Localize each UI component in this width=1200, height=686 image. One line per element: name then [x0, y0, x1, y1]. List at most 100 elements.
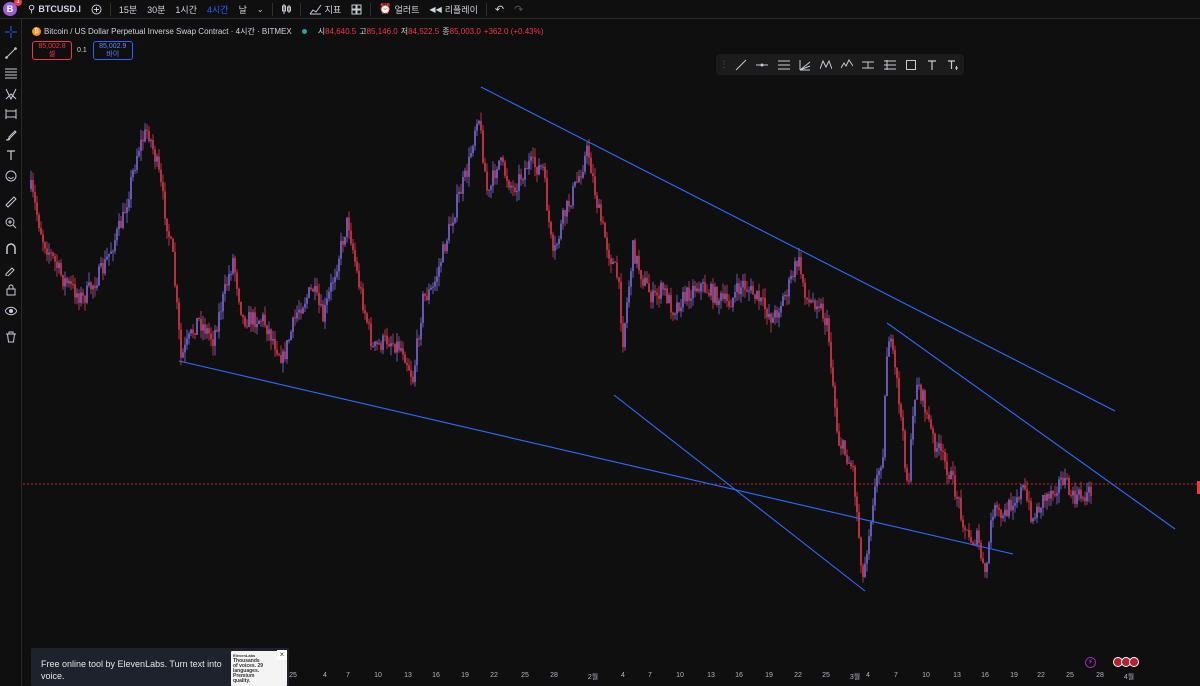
advertisement-banner[interactable]: Free online tool by ElevenLabs. Turn tex… — [31, 648, 289, 686]
candle-body — [234, 257, 236, 273]
pattern-tool[interactable] — [2, 85, 20, 103]
time-axis-label: 2월 — [587, 674, 599, 681]
delete-tool[interactable] — [2, 328, 20, 346]
visibility-tool[interactable] — [2, 302, 20, 320]
candle-body — [786, 294, 788, 297]
candle-body — [136, 155, 138, 170]
parallel-channel-tool[interactable] — [775, 56, 793, 74]
fib-fan-tool[interactable] — [796, 56, 814, 74]
candle-body — [788, 279, 790, 297]
ad-text[interactable]: Free online tool by ElevenLabs. Turn tex… — [41, 658, 231, 682]
horizontal-ray-tool[interactable] — [753, 56, 771, 74]
candle-body — [692, 285, 694, 299]
candle-body — [546, 178, 548, 211]
candle-body — [694, 285, 696, 291]
candle-body — [198, 318, 200, 319]
drag-handle-icon[interactable]: ⋮ — [719, 59, 729, 70]
economic-events[interactable] — [1113, 657, 1139, 667]
candle-body — [354, 250, 356, 262]
alert-button[interactable]: ⏰ 얼러트 — [374, 0, 424, 19]
magnet-tool[interactable] — [2, 240, 20, 258]
symbol-title[interactable]: Bitcoin / US Dollar Perpetual Inverse Sw… — [44, 26, 292, 37]
brush-tool[interactable] — [2, 126, 20, 144]
xabcd-tool[interactable] — [817, 56, 835, 74]
font-size-tool[interactable] — [944, 56, 962, 74]
trendline-tool[interactable] — [2, 44, 20, 62]
candle-body — [42, 234, 44, 243]
candle-body — [52, 252, 54, 256]
line-tool[interactable] — [732, 56, 750, 74]
layouts-button[interactable] — [346, 0, 367, 19]
symbol-search[interactable]: ⚲ BTCUSD.I — [23, 0, 86, 19]
replay-button[interactable]: ◀◀ 리플레이 — [424, 0, 482, 19]
text-icon — [927, 59, 936, 70]
trendline-1[interactable] — [480, 86, 1116, 412]
order-buttons: 85,002.8 셀 0.1 85,002.9 바이 — [32, 41, 133, 60]
candle-body — [88, 282, 90, 286]
rectangle-tool[interactable] — [902, 56, 920, 74]
emoji-tool[interactable] — [2, 167, 20, 185]
elliott-tool[interactable] — [838, 56, 856, 74]
candle-body — [248, 312, 250, 327]
stay-drawing-tool[interactable] — [2, 261, 20, 279]
candle-body — [968, 530, 970, 537]
buy-button[interactable]: 85,002.9 바이 — [92, 41, 133, 60]
time-axis-label: 16 — [735, 672, 743, 679]
trendline-icon — [4, 46, 17, 59]
chart-type-button[interactable] — [276, 0, 297, 19]
candle-body — [482, 130, 484, 163]
trendline-4[interactable] — [613, 394, 866, 592]
candle-body — [1084, 497, 1086, 502]
measure-tool[interactable] — [2, 105, 20, 123]
interval-dropdown[interactable]: ⌄ — [252, 0, 269, 19]
text-tool[interactable] — [2, 146, 20, 164]
lightning-icon[interactable]: ⚡ — [1085, 657, 1096, 668]
candle-body — [478, 120, 480, 124]
text-tool-2[interactable] — [923, 56, 941, 74]
position-tool[interactable] — [881, 56, 899, 74]
candle-body — [922, 390, 924, 401]
indicators-button[interactable]: 지표 — [304, 0, 347, 19]
price-range-tool[interactable] — [859, 56, 877, 74]
candle-body — [550, 222, 552, 235]
price-chart[interactable] — [23, 19, 1200, 669]
candle-body — [30, 180, 32, 189]
add-symbol-button[interactable] — [86, 0, 107, 19]
fib-tool[interactable] — [2, 64, 20, 82]
candle-body — [344, 236, 346, 245]
candle-body — [604, 222, 606, 238]
ad-close-button[interactable]: × — [277, 650, 287, 660]
candle-body — [168, 231, 170, 237]
candle-body — [166, 218, 168, 232]
crosshair-icon — [4, 26, 17, 38]
crosshair-tool[interactable] — [2, 23, 20, 41]
interval-30m[interactable]: 30분 — [142, 0, 170, 19]
notification-badge: 1 — [14, 0, 22, 6]
lock-tool[interactable] — [2, 281, 20, 299]
interval-1h[interactable]: 1시간 — [170, 0, 202, 19]
redo-button[interactable]: ↷ — [509, 0, 528, 19]
candle-body — [744, 280, 746, 290]
candle-body — [720, 293, 722, 301]
candle-body — [636, 255, 638, 264]
candles-icon — [281, 4, 291, 14]
candle-body — [590, 157, 592, 174]
candle-body — [162, 182, 164, 192]
ruler-tool[interactable] — [2, 193, 20, 211]
candle-body — [432, 286, 434, 288]
us-flag-icon[interactable] — [1129, 657, 1139, 667]
interval-15m[interactable]: 15분 — [114, 0, 142, 19]
undo-button[interactable]: ↶ — [490, 0, 509, 19]
candle-body — [1082, 497, 1084, 499]
zoom-tool[interactable] — [2, 214, 20, 232]
candle-body — [64, 278, 66, 287]
plus-circle-icon — [91, 4, 102, 14]
interval-day[interactable]: 날 — [234, 0, 252, 19]
user-avatar[interactable]: B 1 — [3, 0, 22, 16]
candle-body — [776, 310, 778, 318]
trendline-3[interactable] — [178, 360, 1014, 555]
candle-body — [414, 365, 416, 383]
sell-button[interactable]: 85,002.8 셀 — [32, 41, 72, 60]
interval-4h[interactable]: 4시간 — [202, 0, 234, 19]
candle-body — [774, 310, 776, 318]
